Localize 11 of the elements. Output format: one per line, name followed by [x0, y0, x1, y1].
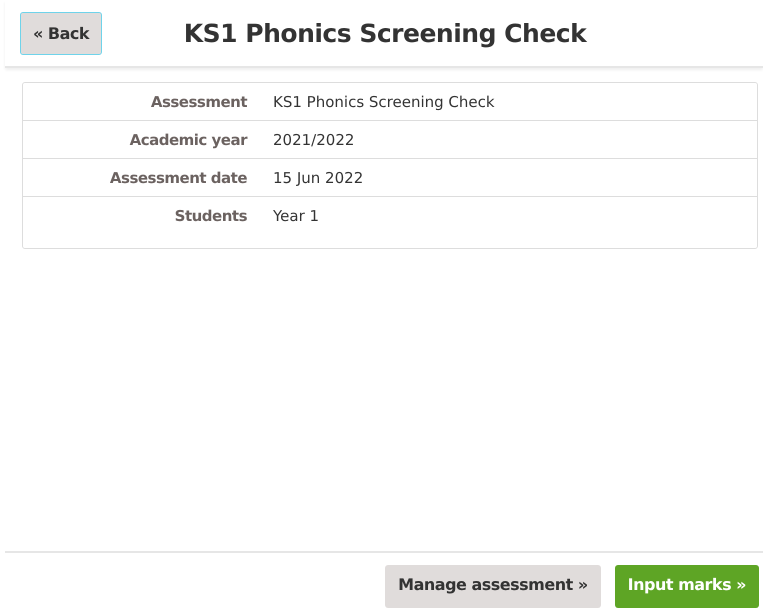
detail-value: 15 Jun 2022	[273, 168, 364, 186]
detail-value: Year 1	[273, 206, 320, 224]
detail-label: Students	[174, 206, 248, 224]
detail-label: Academic year	[128, 130, 248, 148]
manage-button[interactable]: Manage assessment »	[385, 565, 601, 608]
back-button[interactable]: « Back	[20, 12, 102, 54]
detail-value: KS1 Phonics Screening Check	[273, 92, 496, 110]
detail-label: Assessment	[150, 92, 248, 110]
page-title: KS1 Phonics Screening Check	[182, 18, 588, 48]
detail-label: Assessment date	[108, 168, 248, 186]
detail-value: 2021/2022	[273, 130, 356, 148]
